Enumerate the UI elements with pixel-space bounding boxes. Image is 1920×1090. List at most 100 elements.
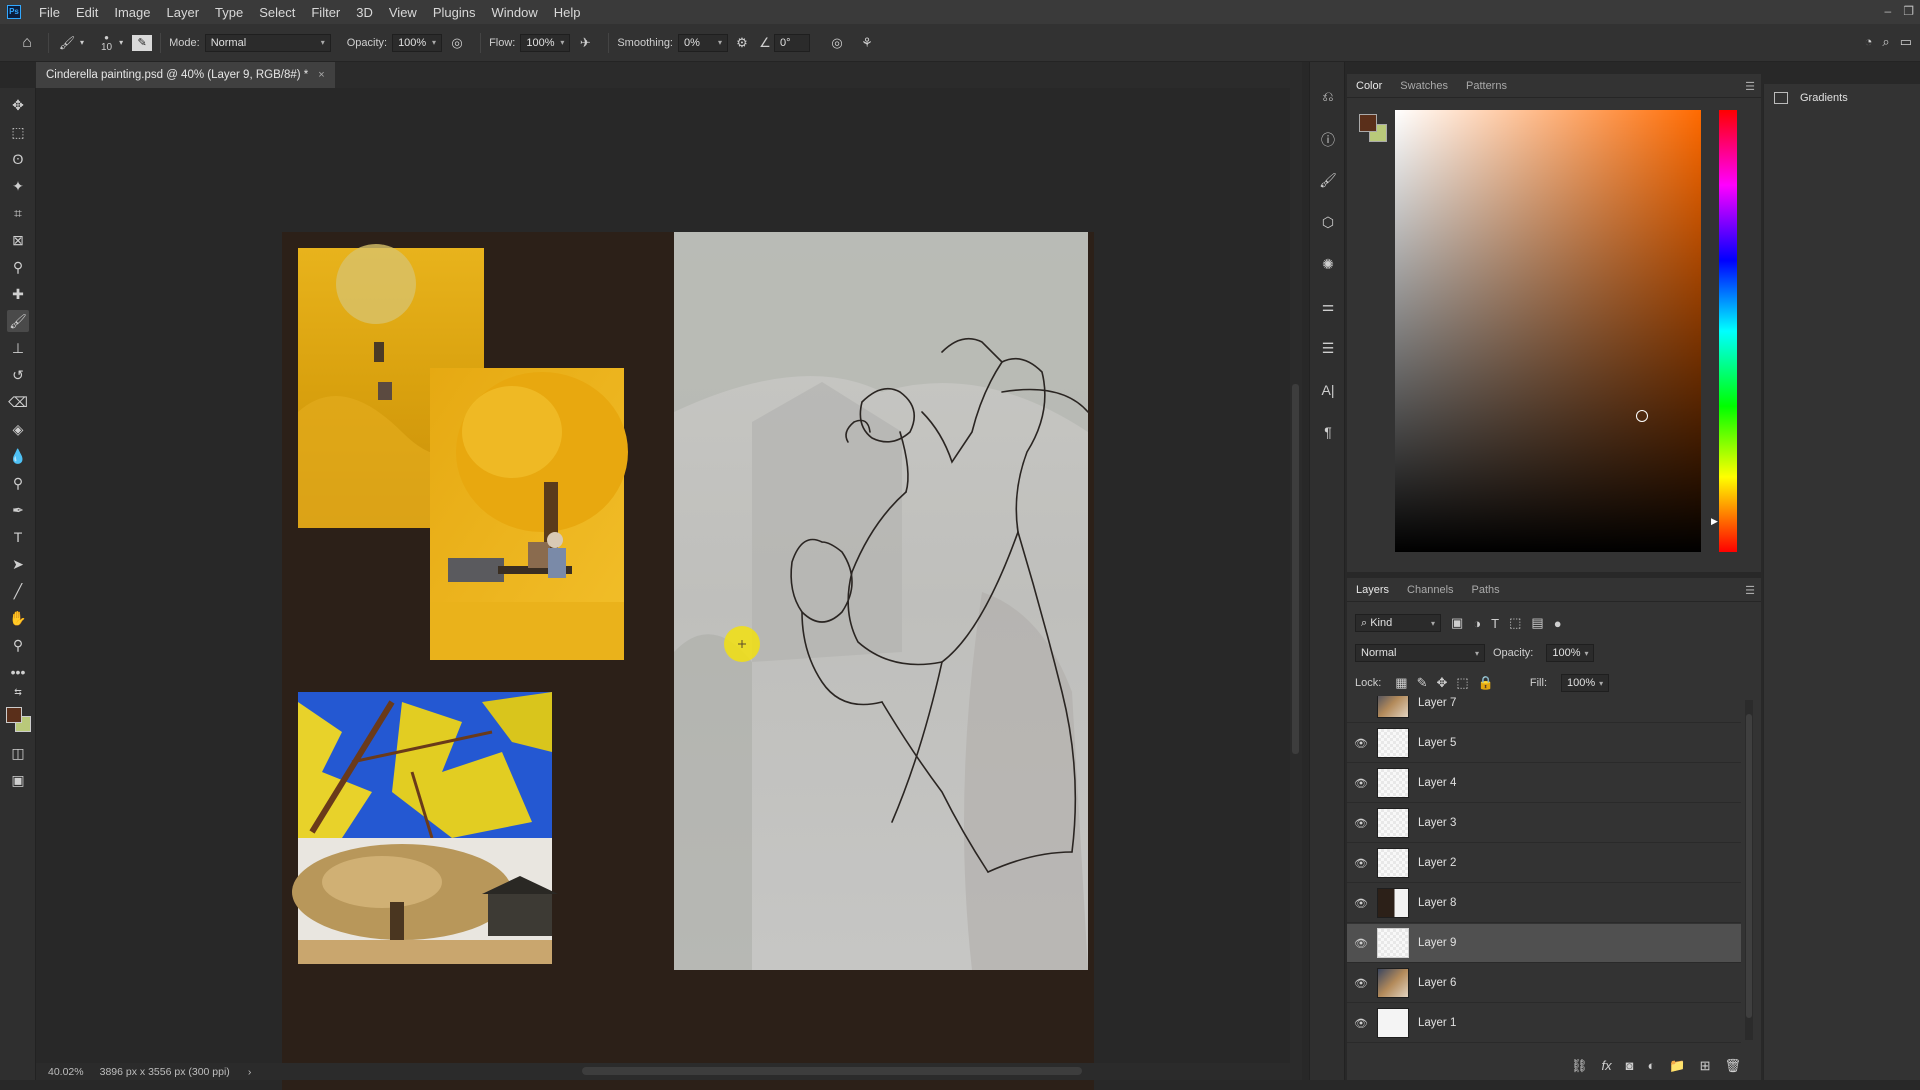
- visibility-eye-icon[interactable]: 👁: [1347, 897, 1375, 910]
- lock-transparency-icon[interactable]: ▦: [1395, 675, 1407, 691]
- screen-mode-icon[interactable]: ▣: [7, 769, 29, 791]
- menu-help[interactable]: Help: [546, 5, 589, 20]
- brush-size-picker[interactable]: ● 10: [101, 33, 112, 53]
- blend-mode-dropdown[interactable]: Normal ▾: [1355, 644, 1485, 662]
- history-brush-tool-icon[interactable]: ↺: [7, 364, 29, 386]
- layer-thumbnail[interactable]: [1377, 728, 1409, 758]
- filter-pixel-icon[interactable]: ▣: [1451, 615, 1463, 631]
- layer-name[interactable]: Layer 2: [1418, 857, 1456, 869]
- menu-plugins[interactable]: Plugins: [425, 5, 484, 20]
- lock-pixels-icon[interactable]: ✎: [1417, 675, 1428, 691]
- menu-image[interactable]: Image: [106, 5, 158, 20]
- paint-bucket-tool-icon[interactable]: ◈: [7, 418, 29, 440]
- panel-menu-icon[interactable]: ☰: [1745, 80, 1755, 93]
- opacity-dropdown[interactable]: 100% ▾: [392, 33, 443, 52]
- layer-row[interactable]: 👁 Layer 9: [1347, 924, 1741, 963]
- path-selection-tool-icon[interactable]: ➤: [7, 553, 29, 575]
- layer-row[interactable]: 👁 Layer 4: [1347, 764, 1741, 803]
- close-icon[interactable]: ×: [318, 69, 324, 81]
- document-canvas[interactable]: [282, 232, 1094, 1090]
- tab-patterns[interactable]: Patterns: [1457, 80, 1516, 92]
- hue-slider-handle-icon[interactable]: ▶: [1711, 516, 1718, 527]
- new-group-icon[interactable]: 📁: [1669, 1058, 1685, 1074]
- pressure-size-icon[interactable]: ◎: [822, 35, 852, 51]
- brushes-panel-icon[interactable]: 🖌: [1318, 172, 1338, 192]
- layer-opacity-field[interactable]: 100% ▾: [1546, 644, 1595, 662]
- filter-toggle-icon[interactable]: ●: [1554, 616, 1562, 631]
- tab-layers[interactable]: Layers: [1347, 584, 1398, 596]
- layer-name[interactable]: Layer 4: [1418, 777, 1456, 789]
- clone-stamp-tool-icon[interactable]: ⊥: [7, 337, 29, 359]
- layer-name[interactable]: Layer 8: [1418, 897, 1456, 909]
- panel-menu-icon[interactable]: ☰: [1745, 584, 1755, 597]
- lasso-tool-icon[interactable]: ʘ: [7, 148, 29, 170]
- tab-color[interactable]: Color: [1347, 80, 1391, 92]
- tab-swatches[interactable]: Swatches: [1391, 80, 1457, 92]
- vertical-scrollbar[interactable]: [1290, 88, 1302, 1063]
- pen-tool-icon[interactable]: ✒: [7, 499, 29, 521]
- color-picker-cursor[interactable]: [1636, 410, 1648, 422]
- layer-thumbnail[interactable]: [1377, 848, 1409, 878]
- lock-artboard-icon[interactable]: ⬚: [1456, 675, 1468, 691]
- menu-filter[interactable]: Filter: [303, 5, 348, 20]
- visibility-eye-icon[interactable]: 👁: [1347, 737, 1375, 750]
- type-tool-icon[interactable]: T: [7, 526, 29, 548]
- lights-icon[interactable]: ✺: [1318, 256, 1338, 276]
- character-panel-icon[interactable]: A|: [1318, 382, 1338, 402]
- hue-slider[interactable]: [1719, 110, 1737, 552]
- foreground-color-chip[interactable]: [1359, 114, 1377, 132]
- layer-row[interactable]: 👁 Layer 2: [1347, 844, 1741, 883]
- layer-thumbnail[interactable]: [1377, 968, 1409, 998]
- tab-paths[interactable]: Paths: [1463, 584, 1509, 596]
- filter-adjustment-icon[interactable]: ◑: [1473, 616, 1481, 631]
- menu-file[interactable]: File: [31, 5, 68, 20]
- zoom-tool-icon[interactable]: ⚲: [7, 634, 29, 656]
- home-icon[interactable]: ⌂: [14, 34, 40, 52]
- marquee-tool-icon[interactable]: ⬚: [7, 121, 29, 143]
- new-layer-icon[interactable]: ⊞: [1700, 1058, 1711, 1074]
- more-tools-icon[interactable]: •••: [7, 661, 29, 683]
- layer-thumbnail[interactable]: [1377, 928, 1409, 958]
- layer-thumbnail[interactable]: [1377, 696, 1409, 718]
- eraser-tool-icon[interactable]: ⌫: [7, 391, 29, 413]
- menu-view[interactable]: View: [381, 5, 425, 20]
- menu-edit[interactable]: Edit: [68, 5, 106, 20]
- smoothing-dropdown[interactable]: 0% ▾: [678, 33, 728, 52]
- restore-icon[interactable]: ❐: [1903, 4, 1914, 18]
- workspace-icon[interactable]: ▭: [1900, 34, 1912, 50]
- trash-icon[interactable]: 🗑: [1724, 1058, 1741, 1074]
- fx-icon[interactable]: fx: [1602, 1058, 1612, 1074]
- pressure-opacity-icon[interactable]: ◎: [442, 35, 472, 51]
- blur-tool-icon[interactable]: 💧: [7, 445, 29, 467]
- visibility-eye-icon[interactable]: 👁: [1347, 977, 1375, 990]
- gradients-icon[interactable]: [1774, 92, 1788, 104]
- status-arrow-icon[interactable]: ›: [248, 1066, 252, 1078]
- mode-dropdown[interactable]: Normal ▾: [204, 33, 331, 52]
- visibility-eye-icon[interactable]: 👁: [1347, 1017, 1375, 1030]
- visibility-eye-icon[interactable]: 👁: [1347, 777, 1375, 790]
- document-tab[interactable]: Cinderella painting.psd @ 40% (Layer 9, …: [36, 62, 335, 88]
- layer-row[interactable]: Layer 7: [1347, 696, 1741, 723]
- layer-thumbnail[interactable]: [1377, 768, 1409, 798]
- layer-name[interactable]: Layer 1: [1418, 1017, 1456, 1029]
- eyedropper-tool-icon[interactable]: ⚲: [7, 256, 29, 278]
- layer-thumbnail[interactable]: [1377, 888, 1409, 918]
- layer-row[interactable]: 👁 Layer 5: [1347, 724, 1741, 763]
- flow-dropdown[interactable]: 100% ▾: [520, 33, 571, 52]
- brush-settings-panel-icon[interactable]: ✎: [132, 34, 153, 51]
- vertical-scrollbar-thumb[interactable]: [1292, 384, 1299, 754]
- canvas-area[interactable]: [36, 88, 1292, 1090]
- zoom-level[interactable]: 40.02%: [48, 1066, 84, 1078]
- chevron-down-icon[interactable]: ▾: [77, 38, 87, 47]
- visibility-eye-icon[interactable]: 👁: [1347, 817, 1375, 830]
- layer-thumbnail[interactable]: [1377, 808, 1409, 838]
- airbrush-icon[interactable]: ✈: [570, 35, 600, 51]
- filter-smart-object-icon[interactable]: ▤: [1531, 615, 1543, 631]
- brush-tool-preset-icon[interactable]: 🖌: [57, 35, 77, 51]
- menu-select[interactable]: Select: [251, 5, 303, 20]
- search-icon[interactable]: ⌕: [1882, 34, 1889, 50]
- menu-window[interactable]: Window: [483, 5, 545, 20]
- add-mask-icon[interactable]: ◙: [1626, 1058, 1634, 1074]
- layer-name[interactable]: Layer 6: [1418, 977, 1456, 989]
- quick-mask-icon[interactable]: ◫: [7, 742, 29, 764]
